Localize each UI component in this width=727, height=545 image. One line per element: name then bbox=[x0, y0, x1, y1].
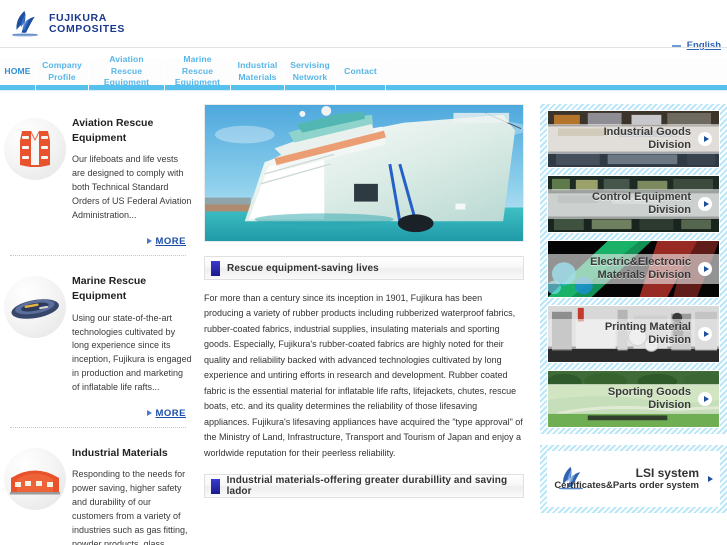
banner-line-2: Division bbox=[648, 334, 691, 346]
nav-label: Aviation Rescue Equipment bbox=[103, 54, 150, 88]
left-sidebar: Aviation Rescue Equipment Our lifeboats … bbox=[0, 104, 196, 545]
nav-label: Company Profile bbox=[42, 59, 82, 82]
circle-arrow-right-icon[interactable] bbox=[698, 132, 712, 146]
nav-item-aviation-rescue-equipment[interactable]: Aviation Rescue Equipment bbox=[89, 54, 165, 90]
circle-arrow-right-icon[interactable] bbox=[698, 392, 712, 406]
division-banner-list: Industrial Goods Division Control Equipm… bbox=[540, 104, 727, 434]
nav-filler bbox=[386, 58, 727, 90]
banner-industrial-goods-division[interactable]: Industrial Goods Division bbox=[547, 110, 720, 168]
banner-printing-material-division[interactable]: Printing Material Division bbox=[547, 305, 720, 363]
nav-label: HOME bbox=[4, 65, 31, 76]
card-description: Using our state-of-the-art technologies … bbox=[72, 312, 192, 393]
nav-item-marine-rescue-equipment[interactable]: Marine Rescue Equipment bbox=[165, 54, 231, 90]
logo-wordmark: FUJIKURA COMPOSITES bbox=[49, 13, 125, 34]
headline-text: Industrial materials-offering greater du… bbox=[226, 475, 508, 498]
banner-line-1: Electric&Electronic bbox=[590, 255, 691, 268]
circle-arrow-right-icon[interactable] bbox=[698, 327, 712, 341]
banner-label: Printing Material Division bbox=[553, 306, 693, 362]
circle-arrow-right-icon[interactable] bbox=[698, 262, 712, 276]
banner-label: Electric&Electronic Materials Division bbox=[553, 241, 693, 297]
nav-label: Contact bbox=[344, 65, 377, 76]
card-divider bbox=[10, 255, 186, 257]
circle-arrow-right-icon[interactable] bbox=[698, 197, 712, 211]
life-vest-icon bbox=[4, 118, 66, 180]
lsi-system-button[interactable]: LSI system Certificates&Parts order syst… bbox=[547, 451, 720, 507]
banner-line-2: Materials Division bbox=[597, 269, 691, 281]
lsi-system-panel: LSI system Certificates&Parts order syst… bbox=[540, 445, 727, 513]
sidebar-card-aviation-rescue-equipment[interactable]: Aviation Rescue Equipment Our lifeboats … bbox=[0, 104, 196, 262]
section-headline-rescue: Rescue equipment-saving lives bbox=[204, 256, 524, 280]
card-description: Our lifeboats and life vests are designe… bbox=[72, 154, 192, 221]
triangle-right-icon bbox=[708, 476, 713, 482]
main-navigation[interactable]: HOME Company Profile Aviation Rescue Equ… bbox=[0, 54, 727, 90]
banner-electric-electronic-materials-division[interactable]: Electric&Electronic Materials Division bbox=[547, 240, 720, 298]
more-label: MORE bbox=[155, 235, 186, 247]
banner-label: Sporting Goods Division bbox=[553, 371, 693, 427]
section-paragraph-rescue: For more than a century since its incept… bbox=[204, 293, 523, 458]
banner-line-2: Division bbox=[648, 139, 691, 151]
hero-cruise-ship-image bbox=[204, 104, 524, 242]
banner-line-1: Control Equipment bbox=[592, 190, 691, 203]
section-headline-industrial: Industrial materials-offering greater du… bbox=[204, 474, 524, 499]
nav-item-company-profile[interactable]: Company Profile bbox=[36, 58, 89, 90]
banner-line-2: Division bbox=[648, 204, 691, 216]
lsi-subtitle: Certificates&Parts order system bbox=[554, 480, 699, 492]
card-title: Industrial Materials bbox=[72, 447, 168, 460]
right-sidebar: Industrial Goods Division Control Equipm… bbox=[540, 104, 727, 513]
card-title: Marine Rescue Equipment bbox=[72, 275, 147, 303]
fujikura-sail-logo-icon bbox=[10, 8, 42, 40]
more-label: MORE bbox=[155, 407, 186, 419]
site-logo[interactable]: FUJIKURA COMPOSITES bbox=[10, 8, 125, 40]
nav-item-contact[interactable]: Contact bbox=[336, 58, 386, 90]
nav-item-servising-network[interactable]: Servising Network bbox=[285, 58, 336, 90]
sidebar-card-industrial-materials[interactable]: Industrial Materials Responding to the n… bbox=[0, 434, 196, 545]
nav-label: Servising Network bbox=[290, 59, 330, 82]
more-row: MORE bbox=[4, 223, 192, 253]
headline-marker-icon bbox=[211, 260, 220, 276]
nav-label: Industrial Materials bbox=[237, 59, 278, 82]
more-link-marine[interactable]: MORE bbox=[146, 407, 187, 419]
language-switcher[interactable]: English bbox=[671, 40, 721, 51]
header-divider bbox=[0, 47, 727, 48]
banner-line-1: Industrial Goods bbox=[603, 125, 691, 138]
nav-label: Marine Rescue Equipment bbox=[174, 54, 221, 88]
nav-bottom-line bbox=[0, 90, 727, 91]
banner-sporting-goods-division[interactable]: Sporting Goods Division bbox=[547, 370, 720, 428]
logo-line-2: COMPOSITES bbox=[49, 23, 126, 35]
banner-control-equipment-division[interactable]: Control Equipment Division bbox=[547, 175, 720, 233]
card-title: Aviation Rescue Equipment bbox=[72, 117, 154, 145]
banner-label: Industrial Goods Division bbox=[553, 111, 693, 167]
inflatable-tent-icon bbox=[4, 448, 66, 511]
headline-marker-icon bbox=[211, 478, 220, 494]
lsi-title: LSI system bbox=[635, 466, 699, 481]
content-columns: Aviation Rescue Equipment Our lifeboats … bbox=[0, 104, 727, 545]
more-row: MORE bbox=[4, 395, 192, 425]
nav-item-home[interactable]: HOME bbox=[0, 58, 36, 90]
banner-label: Control Equipment Division bbox=[553, 176, 693, 232]
headline-text: Rescue equipment-saving lives bbox=[227, 262, 379, 274]
main-content: Rescue equipment-saving lives For more t… bbox=[204, 104, 524, 499]
triangle-right-icon bbox=[146, 238, 152, 245]
banner-line-1: Sporting Goods bbox=[607, 385, 691, 398]
nav-item-industrial-materials[interactable]: Industrial Materials bbox=[231, 58, 285, 90]
card-divider bbox=[10, 427, 186, 429]
language-link-english[interactable]: English bbox=[687, 40, 721, 51]
banner-line-2: Division bbox=[648, 399, 691, 411]
more-link-aviation[interactable]: MORE bbox=[146, 235, 187, 247]
triangle-right-icon bbox=[146, 410, 152, 417]
card-description: Responding to the needs for power saving… bbox=[72, 469, 188, 545]
banner-line-1: Printing Material bbox=[604, 320, 691, 333]
lsi-text-block: LSI system Certificates&Parts order syst… bbox=[554, 466, 699, 492]
sidebar-card-marine-rescue-equipment[interactable]: Marine Rescue Equipment Using our state-… bbox=[0, 262, 196, 434]
site-header: FUJIKURA COMPOSITES English bbox=[0, 0, 727, 51]
life-raft-icon bbox=[4, 276, 66, 339]
page-root: FUJIKURA COMPOSITES English HOME Company… bbox=[0, 0, 727, 545]
